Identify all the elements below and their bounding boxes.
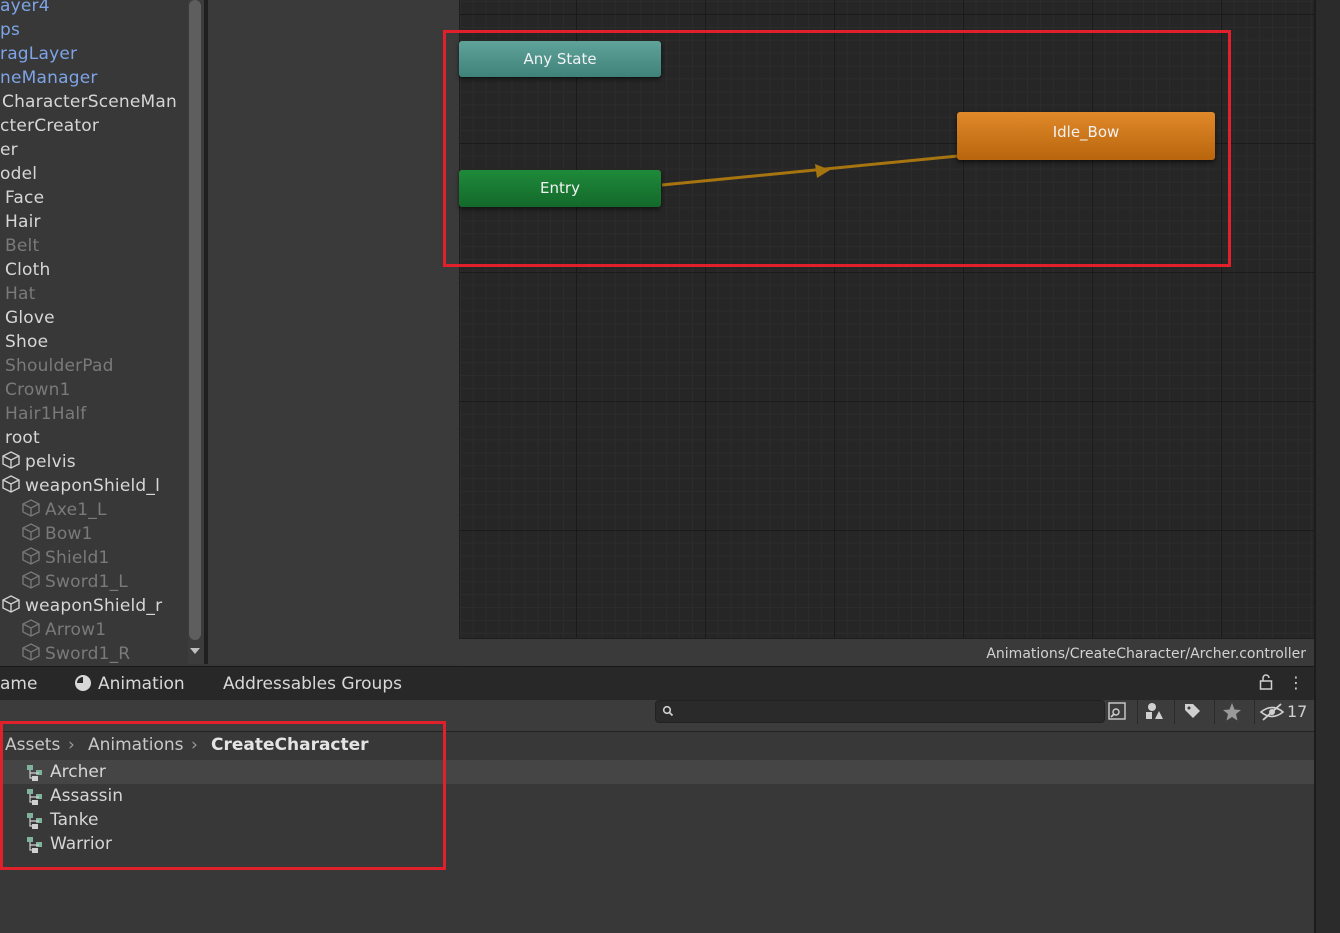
star-icon xyxy=(1223,703,1241,721)
hierarchy-item[interactable]: Arrow1 xyxy=(21,618,106,642)
window-edge xyxy=(1314,0,1340,933)
eye-slash-icon xyxy=(1259,703,1285,721)
hierarchy-item-label: Belt xyxy=(5,236,40,256)
highlight-box xyxy=(443,30,1231,267)
cube-icon xyxy=(22,499,40,517)
tab-animation[interactable]: Animation xyxy=(74,674,185,694)
hierarchy-item-label: CharacterSceneMan xyxy=(2,92,178,112)
filter-by-label-button[interactable] xyxy=(1174,700,1209,724)
hierarchy-item-label: Arrow1 xyxy=(45,620,107,640)
cube-icon xyxy=(2,451,20,469)
more-options-icon[interactable]: ⋮ xyxy=(1288,673,1304,692)
hierarchy-item-label: Crown1 xyxy=(5,380,71,400)
hierarchy-item-label: Hair1Half xyxy=(5,404,87,424)
hierarchy-item[interactable]: cterCreator xyxy=(0,114,99,138)
hierarchy-item-label: Cloth xyxy=(5,260,51,280)
clock-icon xyxy=(75,675,91,691)
tab-animation-label: Animation xyxy=(98,674,185,694)
controller-path: Animations/CreateCharacter/Archer.contro… xyxy=(986,646,1306,662)
shapes-icon xyxy=(1146,703,1163,719)
hierarchy-item[interactable]: Hair xyxy=(5,210,41,234)
tag-icon xyxy=(1185,704,1200,718)
hierarchy-item[interactable]: Belt xyxy=(5,234,39,258)
hierarchy-item[interactable]: Shield1 xyxy=(21,546,109,570)
hierarchy-item[interactable]: odel xyxy=(0,162,37,186)
hierarchy-item-label: pelvis xyxy=(25,452,76,472)
hierarchy-item-label: Hat xyxy=(5,284,36,304)
hierarchy-item[interactable]: root xyxy=(5,426,40,450)
hierarchy-item-label: weaponShield_l xyxy=(25,476,161,496)
hierarchy-item-label: er xyxy=(0,140,18,160)
hidden-packages-button[interactable]: 17 xyxy=(1254,700,1313,724)
hierarchy-item-label: odel xyxy=(0,164,38,184)
hierarchy-item[interactable]: Crown1 xyxy=(5,378,71,402)
hierarchy-item[interactable]: Sword1_L xyxy=(21,570,128,594)
cube-icon xyxy=(22,523,40,541)
lock-icon[interactable] xyxy=(1259,673,1273,691)
tab-game[interactable]: ame xyxy=(0,674,37,694)
hierarchy-item[interactable]: Hat xyxy=(5,282,35,306)
hierarchy-item[interactable]: neManager xyxy=(0,66,98,90)
hierarchy-item[interactable]: ShoulderPad xyxy=(5,354,114,378)
hierarchy-item-label: root xyxy=(5,428,40,448)
hierarchy-item[interactable]: pelvis xyxy=(1,450,76,474)
hierarchy-item-label: Face xyxy=(5,188,45,208)
animator-layers-panel xyxy=(208,0,459,664)
hierarchy-item-label: Shield1 xyxy=(45,548,110,568)
hierarchy-item[interactable]: ayer4 xyxy=(0,0,50,18)
hierarchy-item[interactable]: Glove xyxy=(5,306,55,330)
cube-icon xyxy=(2,475,20,493)
hierarchy-item-label: Bow1 xyxy=(45,524,93,544)
hierarchy-item[interactable]: CharacterSceneMan xyxy=(2,90,177,114)
animator-footer: Animations/CreateCharacter/Archer.contro… xyxy=(459,638,1314,665)
save-search-button[interactable] xyxy=(1214,700,1249,724)
hierarchy-item-label: Hair xyxy=(5,212,41,232)
hierarchy-item[interactable]: er xyxy=(0,138,18,162)
hierarchy-item-label: Sword1_R xyxy=(45,644,131,664)
hierarchy-item-label: neManager xyxy=(0,68,98,88)
hierarchy-item-label: Glove xyxy=(5,308,55,328)
scroll-down-arrow-icon[interactable] xyxy=(190,648,200,654)
search-icon xyxy=(662,705,674,717)
hierarchy-item-label: ps xyxy=(0,20,21,40)
hierarchy-item-label: Sword1_L xyxy=(45,572,128,592)
hierarchy-item-label: Axe1_L xyxy=(45,500,107,520)
hierarchy-scroll-thumb[interactable] xyxy=(189,0,201,640)
search-field[interactable] xyxy=(655,700,1105,723)
hierarchy-item[interactable]: Bow1 xyxy=(21,522,93,546)
cube-icon xyxy=(22,643,40,661)
search-by-scope-icon[interactable] xyxy=(1105,700,1131,724)
hierarchy-item-label: cterCreator xyxy=(0,116,100,136)
hierarchy-item-label: Shoe xyxy=(5,332,49,352)
hierarchy-item-label: ShoulderPad xyxy=(5,356,114,376)
hierarchy-item[interactable]: ps xyxy=(0,18,20,42)
hierarchy-item[interactable]: Sword1_R xyxy=(21,642,130,664)
hierarchy-item-label: ragLayer xyxy=(0,44,78,64)
cube-icon xyxy=(22,547,40,565)
hierarchy-item[interactable]: weaponShield_r xyxy=(1,594,162,618)
tab-addressables-groups[interactable]: Addressables Groups xyxy=(223,674,402,694)
highlight-box xyxy=(0,721,446,870)
search-input[interactable] xyxy=(676,702,1100,721)
bottom-tab-bar: ame Animation Addressables Groups ⋮ xyxy=(0,666,1314,701)
hierarchy-item[interactable]: Face xyxy=(5,186,44,210)
hierarchy-item[interactable]: Hair1Half xyxy=(5,402,86,426)
hierarchy-item[interactable]: Axe1_L xyxy=(21,498,107,522)
hierarchy-item[interactable]: ragLayer xyxy=(0,42,77,66)
hierarchy-item-label: ayer4 xyxy=(0,0,50,16)
cube-icon xyxy=(22,571,40,589)
hidden-count: 17 xyxy=(1287,702,1308,721)
hierarchy-item-label: weaponShield_r xyxy=(25,596,163,616)
cube-icon xyxy=(22,619,40,637)
hierarchy-item[interactable]: weaponShield_l xyxy=(1,474,160,498)
filter-by-type-button[interactable] xyxy=(1137,700,1172,724)
hierarchy-item[interactable]: Shoe xyxy=(5,330,48,354)
cube-icon xyxy=(2,595,20,613)
hierarchy-panel: ayer4 ps ragLayer neManager CharacterSce… xyxy=(0,0,188,664)
hierarchy-scrollbar[interactable] xyxy=(188,0,204,664)
hierarchy-item[interactable]: Cloth xyxy=(5,258,50,282)
